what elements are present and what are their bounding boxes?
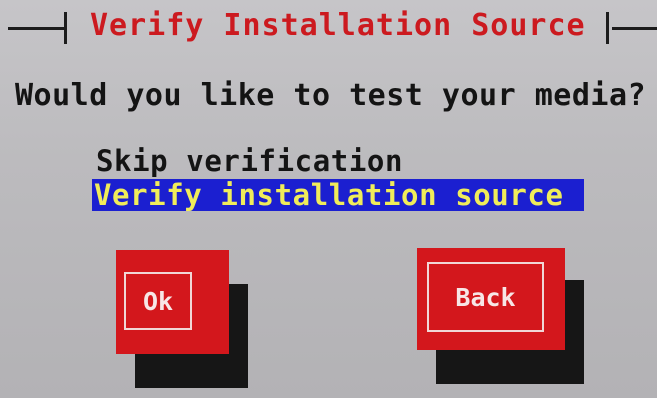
back-button-label: Back (427, 262, 544, 332)
option-verify-installation-source[interactable]: Verify installation source (92, 179, 584, 211)
title-border-left-tick (64, 12, 67, 44)
option-skip-verification[interactable]: Skip verification (94, 145, 405, 177)
title-border-left (8, 27, 66, 30)
ok-button[interactable]: Ok (116, 250, 229, 354)
installer-screen: Verify Installation Source Would you lik… (0, 0, 657, 398)
title-border-right (612, 27, 657, 30)
ok-button-label: Ok (124, 272, 192, 330)
back-button[interactable]: Back (417, 248, 565, 350)
dialog-title: Verify Installation Source (90, 8, 586, 43)
dialog-question: Would you like to test your media? (15, 78, 647, 113)
title-border-right-tick (606, 12, 609, 44)
